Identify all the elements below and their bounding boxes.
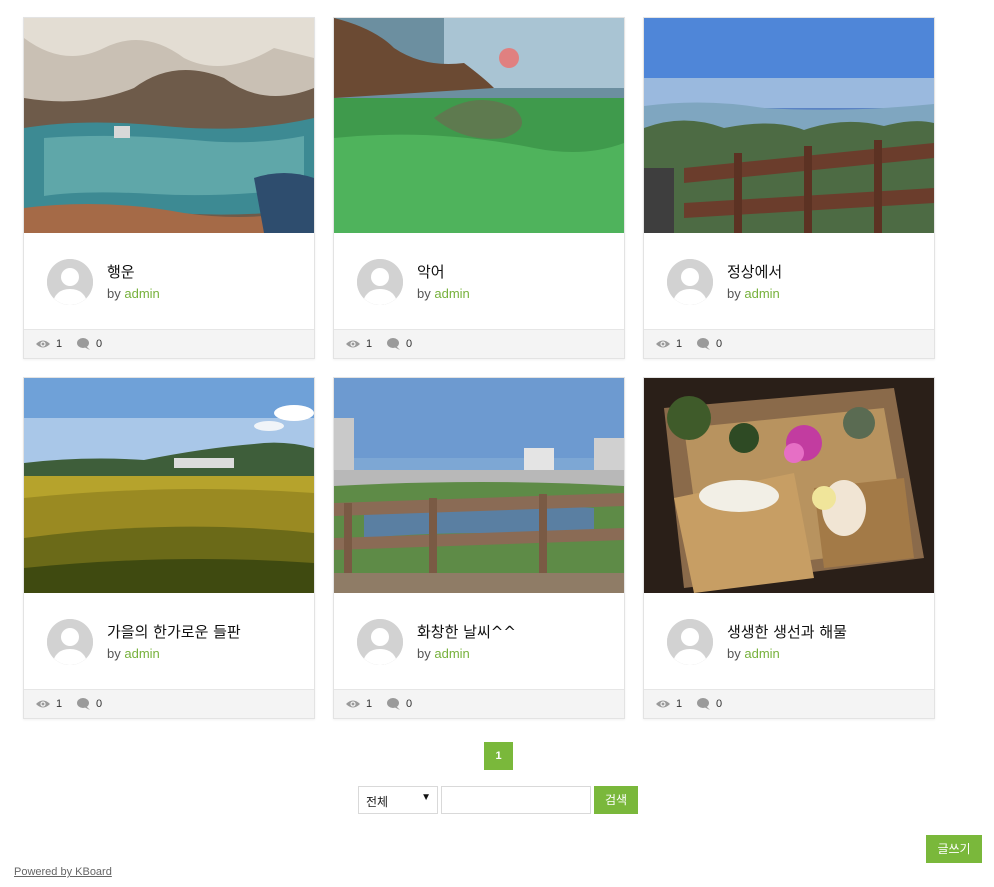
page-1-button[interactable]: 1 (484, 742, 513, 770)
post-info: 가을의 한가로운 들판 by admin (24, 593, 314, 689)
eye-icon (656, 340, 670, 348)
user-silhouette-icon (47, 259, 93, 305)
post-stats: 1 0 (644, 329, 934, 358)
post-card[interactable]: 악어 by admin 1 0 (333, 17, 625, 359)
post-thumbnail[interactable] (24, 378, 314, 593)
post-title[interactable]: 행운 (107, 261, 135, 282)
post-info: 행운 by admin (24, 233, 314, 329)
comment-bubble-icon (77, 698, 90, 710)
author-link[interactable]: admin (744, 646, 779, 661)
comment-bubble-icon (387, 338, 400, 350)
post-thumbnail[interactable] (24, 18, 314, 233)
by-label: by (107, 286, 121, 301)
comment-bubble-icon (77, 338, 90, 350)
eye-icon (346, 700, 360, 708)
powered-by-link[interactable]: Powered by KBoard (14, 866, 112, 878)
post-info: 정상에서 by admin (644, 233, 934, 329)
user-silhouette-icon (667, 259, 713, 305)
post-card[interactable]: 행운 by admin 1 0 (23, 17, 315, 359)
author-link[interactable]: admin (124, 286, 159, 301)
post-byline: by admin (727, 286, 780, 301)
post-thumbnail[interactable] (334, 378, 624, 593)
user-silhouette-icon (357, 259, 403, 305)
author-link[interactable]: admin (434, 286, 469, 301)
comment-bubble-icon (387, 698, 400, 710)
avatar (667, 259, 713, 305)
search-input[interactable] (441, 786, 591, 814)
post-title[interactable]: 악어 (417, 261, 445, 282)
search-button[interactable]: 검색 (594, 786, 638, 814)
post-stats: 1 0 (644, 689, 934, 718)
comment-bubble-icon (697, 338, 710, 350)
mountain-summit-view-photo (644, 18, 934, 233)
eye-icon (346, 340, 360, 348)
avatar (357, 259, 403, 305)
avatar (357, 619, 403, 665)
category-select-value: 전체 (366, 795, 389, 809)
author-link[interactable]: admin (124, 646, 159, 661)
by-label: by (417, 646, 431, 661)
post-stats: 1 0 (24, 689, 314, 718)
write-post-button[interactable]: 글쓰기 (926, 835, 982, 863)
avatar (47, 259, 93, 305)
post-info: 화창한 날씨^^ by admin (334, 593, 624, 689)
autumn-rice-field-photo (24, 378, 314, 593)
post-stats: 1 0 (24, 329, 314, 358)
post-stats: 1 0 (334, 689, 624, 718)
cave-pool-photo (24, 18, 314, 233)
avatar (667, 619, 713, 665)
post-byline: by admin (107, 646, 160, 661)
sashimi-platter-photo (644, 378, 934, 593)
by-label: by (727, 646, 741, 661)
post-title[interactable]: 가을의 한가로운 들판 (107, 621, 241, 642)
post-card[interactable]: 생생한 생선과 해물 by admin 1 0 (643, 377, 935, 719)
post-byline: by admin (727, 646, 780, 661)
category-select[interactable]: 전체 ▼ (358, 786, 438, 814)
comment-bubble-icon (697, 698, 710, 710)
by-label: by (107, 646, 121, 661)
post-title[interactable]: 화창한 날씨^^ (417, 621, 516, 642)
author-link[interactable]: admin (744, 286, 779, 301)
post-byline: by admin (417, 646, 470, 661)
dropdown-arrow-icon: ▼ (421, 792, 431, 803)
by-label: by (727, 286, 741, 301)
post-card[interactable]: 정상에서 by admin 1 0 (643, 17, 935, 359)
post-title[interactable]: 정상에서 (727, 261, 782, 282)
post-byline: by admin (417, 286, 470, 301)
user-silhouette-icon (357, 619, 403, 665)
post-title[interactable]: 생생한 생선과 해물 (727, 621, 847, 642)
user-silhouette-icon (667, 619, 713, 665)
post-thumbnail[interactable] (644, 18, 934, 233)
author-link[interactable]: admin (434, 646, 469, 661)
post-info: 생생한 생선과 해물 by admin (644, 593, 934, 689)
post-info: 악어 by admin (334, 233, 624, 329)
post-card[interactable]: 가을의 한가로운 들판 by admin 1 0 (23, 377, 315, 719)
post-thumbnail[interactable] (334, 18, 624, 233)
sunny-river-city-photo (334, 378, 624, 593)
post-byline: by admin (107, 286, 160, 301)
aquarium-crocodile-photo (334, 18, 624, 233)
avatar (47, 619, 93, 665)
by-label: by (417, 286, 431, 301)
eye-icon (36, 340, 50, 348)
post-thumbnail[interactable] (644, 378, 934, 593)
user-silhouette-icon (47, 619, 93, 665)
post-card[interactable]: 화창한 날씨^^ by admin 1 0 (333, 377, 625, 719)
eye-icon (36, 700, 50, 708)
post-stats: 1 0 (334, 329, 624, 358)
eye-icon (656, 700, 670, 708)
